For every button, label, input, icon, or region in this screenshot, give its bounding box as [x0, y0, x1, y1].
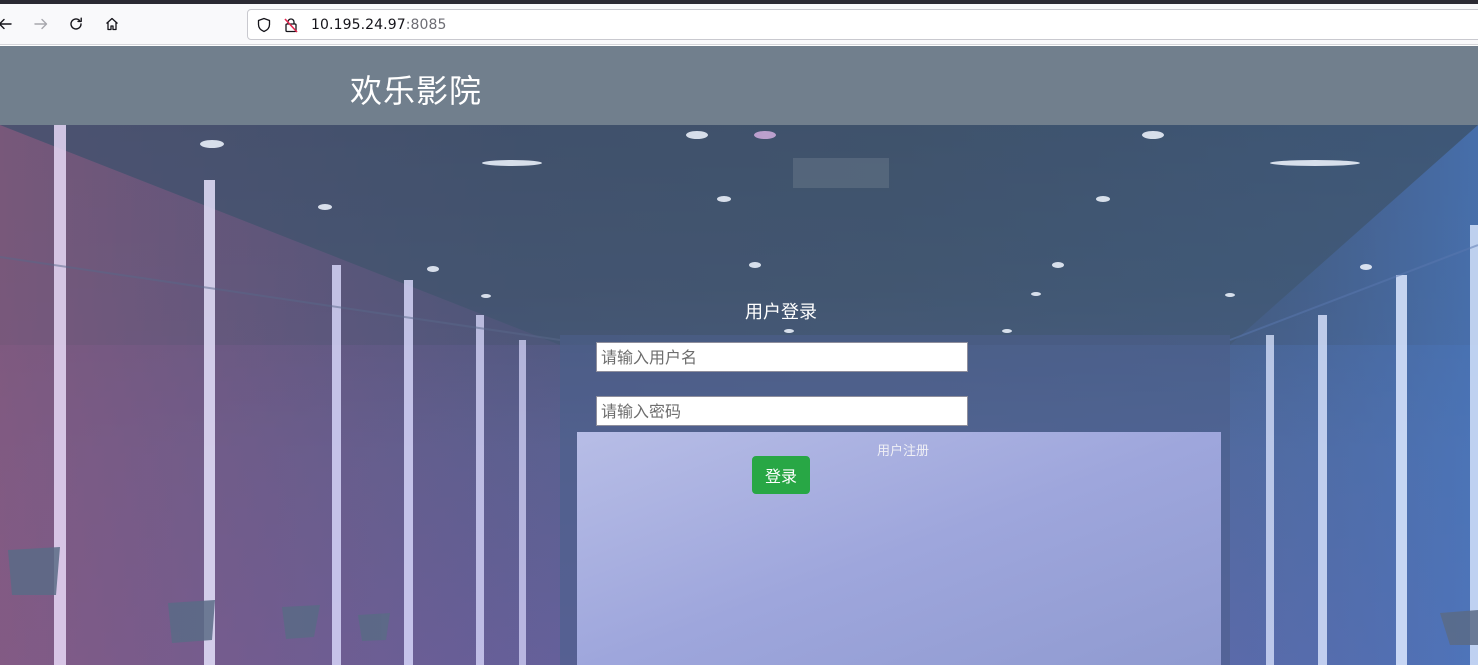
register-link[interactable]: 用户注册 — [877, 440, 929, 459]
reload-button[interactable] — [63, 10, 89, 38]
login-heading: 用户登录 — [745, 302, 817, 323]
url-text[interactable]: 10.195.24.97:8085 — [311, 17, 447, 33]
cinema-hall-illustration — [0, 125, 1478, 665]
site-title: 欢乐影院 — [350, 72, 483, 110]
insecure-lock-icon[interactable] — [283, 17, 299, 33]
url-port: :8085 — [405, 17, 447, 33]
home-button[interactable] — [99, 10, 125, 38]
browser-toolbar: 10.195.24.97:8085 — [0, 4, 1478, 45]
login-button[interactable]: 登录 — [752, 456, 810, 494]
reload-icon — [70, 17, 82, 30]
home-icon — [106, 17, 118, 31]
back-button[interactable] — [0, 10, 18, 38]
cinema-background-image — [0, 125, 1478, 665]
site-header: 欢乐影院 — [0, 46, 1478, 125]
shield-icon[interactable] — [256, 17, 272, 33]
arrow-right-icon — [34, 18, 48, 30]
url-host: 10.195.24.97 — [311, 17, 406, 33]
forward-button[interactable] — [28, 10, 54, 38]
arrow-left-icon — [0, 18, 12, 30]
username-input[interactable] — [596, 342, 968, 372]
password-input[interactable] — [596, 396, 968, 426]
address-bar[interactable]: 10.195.24.97:8085 — [247, 9, 1478, 40]
